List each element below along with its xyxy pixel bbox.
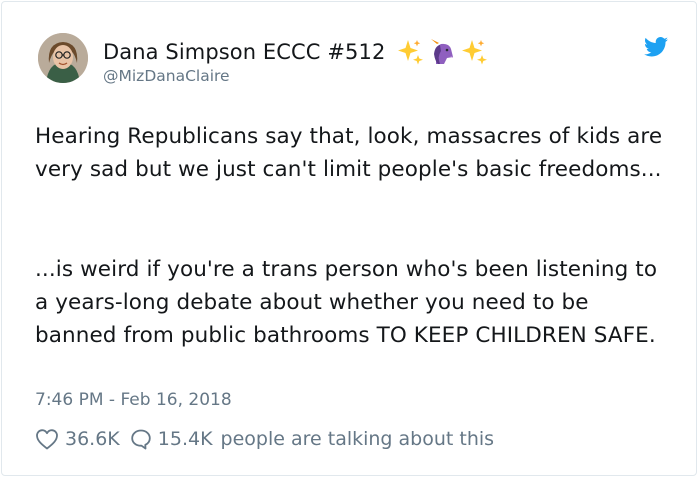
tweet-card: Dana Simpson ECCC #512 @MizDanaClaire He… <box>1 1 697 476</box>
author-handle[interactable]: @MizDanaClaire <box>103 67 230 85</box>
talking-about-label[interactable]: people are talking about this <box>221 428 495 450</box>
reply-count: 15.4K <box>157 428 213 450</box>
tweet-text-paragraph-2: ...is weird if you're a trans person who… <box>35 257 658 348</box>
twitter-bird-icon[interactable] <box>644 37 668 57</box>
engagement-bar: 36.6K 15.4K people are talking about thi… <box>35 425 494 453</box>
heart-icon <box>36 429 58 450</box>
unicorn-icon <box>431 39 454 64</box>
like-count: 36.6K <box>65 428 120 450</box>
avatar[interactable] <box>38 33 88 83</box>
author-display-name[interactable]: Dana Simpson ECCC #512 <box>103 40 385 64</box>
name-emojis <box>395 37 489 67</box>
sparkles-icon <box>462 40 488 65</box>
like-button[interactable]: 36.6K <box>35 428 120 450</box>
tweet-text-paragraph-1: Hearing Republicans say that, look, mass… <box>35 124 663 182</box>
speech-bubble-icon <box>131 429 151 450</box>
reply-button[interactable]: 15.4K <box>130 428 213 450</box>
author-name-row: Dana Simpson ECCC #512 <box>103 36 489 68</box>
avatar-image <box>38 33 88 83</box>
sparkles-icon <box>398 40 424 65</box>
tweet-timestamp[interactable]: 7:46 PM - Feb 16, 2018 <box>35 390 232 410</box>
